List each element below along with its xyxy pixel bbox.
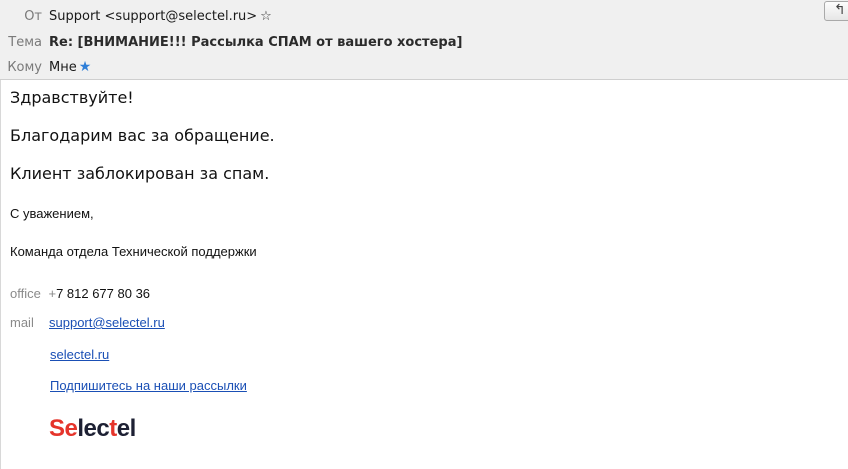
mail-label: mail	[10, 315, 34, 330]
team-text: Команда отдела Технической поддержки	[10, 244, 257, 259]
office-label: office	[10, 286, 41, 301]
from-value[interactable]: Support <support@selectel.ru>	[49, 9, 257, 24]
thanks-text: Благодарим вас за обращение.	[10, 126, 275, 145]
subject-value: Re: [ВНИМАНИЕ!!! Рассылка СПАМ от вашего…	[49, 34, 463, 50]
reply-icon: ↰	[834, 2, 846, 18]
from-label: От	[24, 8, 42, 24]
logo-part-4: el	[116, 415, 137, 442]
selectel-logo[interactable]: Selectel	[49, 415, 136, 443]
site-link[interactable]: selectel.ru	[50, 347, 109, 362]
office-phone: 7 812 677 80 36	[56, 286, 151, 301]
logo-part-2: lec	[77, 415, 110, 442]
subject-label: Тема	[8, 34, 42, 50]
message-body: Здравствуйте! Благодарим вас за обращени…	[0, 80, 848, 469]
to-value[interactable]: Мне	[49, 60, 77, 75]
logo-part-1: Se	[49, 415, 78, 442]
regards-text: С уважением,	[10, 206, 94, 221]
subscribe-link[interactable]: Подпишитесь на наши рассылки	[50, 378, 247, 393]
status-text: Клиент заблокирован за спам.	[10, 164, 270, 183]
reply-button[interactable]: ↰	[824, 1, 848, 21]
greeting-text: Здравствуйте!	[10, 88, 134, 107]
star-outline-icon[interactable]: ☆	[260, 9, 272, 24]
to-row: Кому Мне ★	[0, 57, 91, 77]
office-line: office +7 812 677 80 36	[10, 286, 150, 301]
star-filled-icon[interactable]: ★	[79, 59, 92, 75]
mail-link[interactable]: support@selectel.ru	[49, 315, 165, 330]
to-label: Кому	[7, 59, 42, 75]
subject-row: Тема Re: [ВНИМАНИЕ!!! Рассылка СПАМ от в…	[0, 32, 462, 52]
from-row: От Support <support@selectel.ru> ☆	[0, 6, 272, 26]
logo-part-3: t	[109, 415, 117, 442]
office-prefix: +	[48, 286, 57, 301]
message-header: От Support <support@selectel.ru> ☆ Тема …	[0, 0, 848, 80]
